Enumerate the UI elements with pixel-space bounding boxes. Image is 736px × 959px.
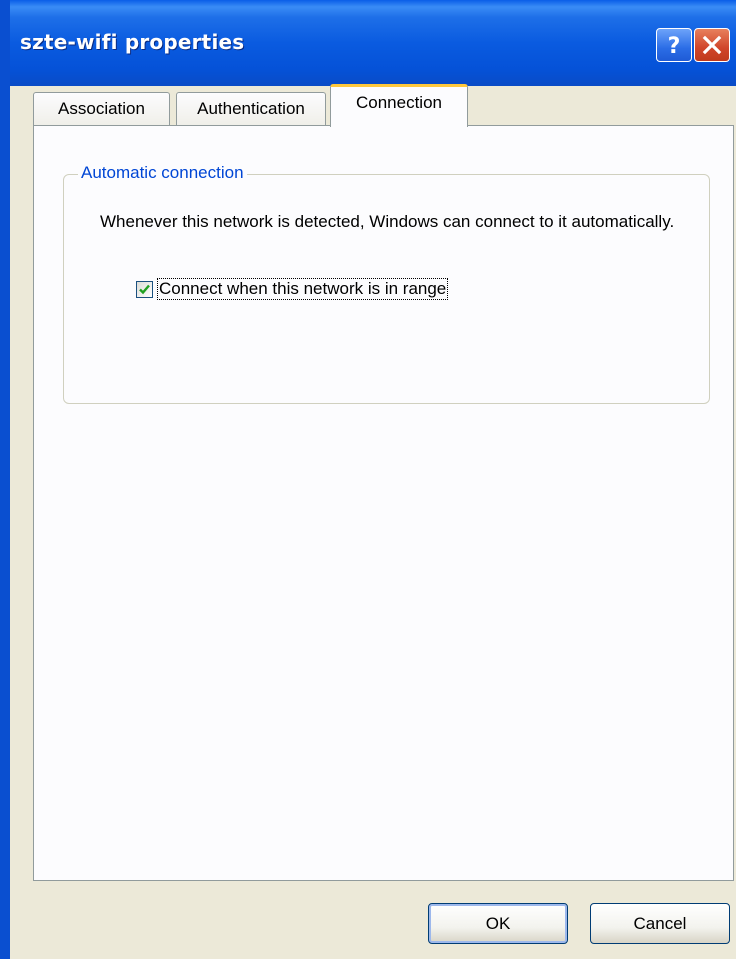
properties-dialog: szte-wifi properties ? Association Authe… — [0, 0, 736, 959]
ok-button[interactable]: OK — [428, 903, 568, 944]
group-title: Automatic connection — [78, 163, 247, 183]
tab-authentication[interactable]: Authentication — [176, 92, 326, 125]
window-title: szte-wifi properties — [20, 30, 245, 54]
checkbox-label[interactable]: Connect when this network is in range — [156, 278, 449, 300]
connect-in-range-checkbox[interactable] — [136, 280, 153, 298]
automatic-connection-group: Automatic connection Whenever this netwo… — [63, 163, 710, 404]
help-button[interactable]: ? — [656, 28, 692, 62]
close-icon — [702, 35, 722, 55]
question-mark-icon: ? — [668, 34, 681, 57]
description-text: Whenever this network is detected, Windo… — [100, 212, 675, 231]
tab-panel-connection: Automatic connection Whenever this netwo… — [33, 125, 734, 881]
tab-association[interactable]: Association — [33, 92, 170, 125]
connect-in-range-option[interactable]: Connect when this network is in range — [136, 278, 449, 300]
title-bar[interactable]: szte-wifi properties ? — [10, 0, 736, 86]
checkmark-icon — [139, 284, 150, 294]
tab-connection[interactable]: Connection — [330, 84, 468, 127]
cancel-button[interactable]: Cancel — [590, 903, 730, 944]
close-button[interactable] — [694, 28, 730, 62]
svg-text:?: ? — [668, 34, 681, 57]
